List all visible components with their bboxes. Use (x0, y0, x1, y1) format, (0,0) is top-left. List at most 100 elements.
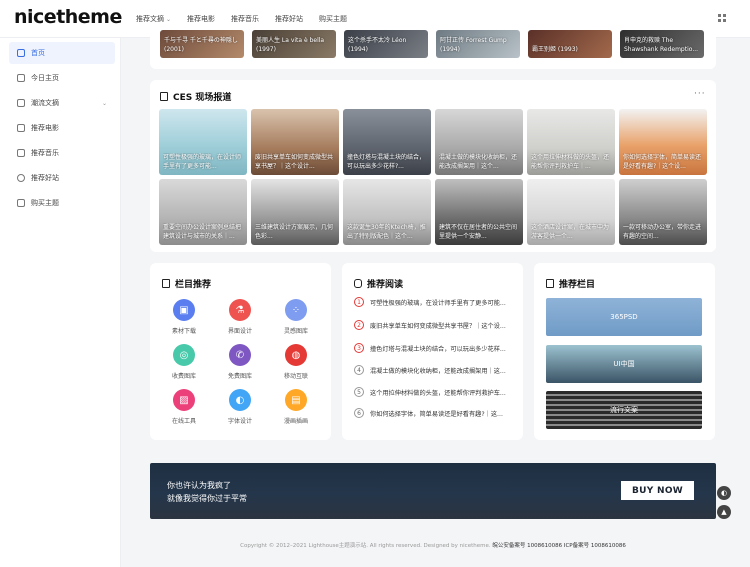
movie-caption: 千与千寻 千と千尋の神隠し (2001) (164, 37, 238, 53)
film-icon (17, 124, 25, 132)
reading-item[interactable]: 2 废旧共享单车如何变成微型共享书屋？｜这个设... (354, 319, 512, 331)
article-icon (17, 99, 25, 107)
recommended-reading-card: 推荐阅读 1 可塑性极强的玻璃，在设计师手里有了更多可能... 2 废旧共享单车如何… (342, 263, 523, 440)
reading-title: 废旧共享单车如何变成微型共享书屋？｜这个设... (370, 322, 506, 330)
nav-item-movies[interactable]: 推荐电影 (187, 14, 215, 24)
tile-caption: 这个用拉伸材料做的头盔，还能帮你评判救护车｜... (531, 154, 610, 170)
nav-item-buy-theme[interactable]: 购买主题 (319, 14, 347, 24)
apps-grid-icon[interactable] (718, 14, 726, 22)
site-logo[interactable]: nicetheme (14, 6, 122, 28)
column-banner[interactable]: UI中国 (546, 345, 702, 383)
feature-item-free-gallery[interactable]: ✆ 免费图库 (220, 344, 260, 380)
movie-tile[interactable]: 千与千寻 千と千尋の神隠し (2001) (160, 30, 244, 58)
article-tile[interactable]: 可塑性极强的玻璃，在设计师手里有了更多可能... (159, 109, 247, 175)
copyright-text: Copyright © 2012–2021 Lighthouse主题演示站. A… (240, 543, 491, 549)
sidebar-item-label: 今日主页 (31, 74, 59, 82)
article-tile[interactable]: 这款诞生30年的Ktech椅，推出了特别版配色｜这个... (343, 179, 431, 245)
nav-item-digest[interactable]: 推荐文摘 ⌄ (136, 14, 171, 24)
article-tile[interactable]: 这个用拉伸材料做的头盔，还能帮你评判救护车｜... (527, 109, 615, 175)
article-tile[interactable]: 废旧共享单车如何变成微型共享书屋？｜这个设计... (251, 109, 339, 175)
reading-title: 这个用拉伸材料做的头盔，还能帮你评判救护车... (370, 389, 506, 397)
reading-title: 你如何选择字体，简单易读还是好看有趣?｜这... (370, 410, 503, 418)
home-icon (17, 49, 25, 57)
article-tile[interactable]: 这个酒店设计案，在城市中为游客提供一个... (527, 179, 615, 245)
chevron-down-icon: ⌄ (166, 16, 172, 23)
feature-item-inspiration[interactable]: ⁘ 灵感图库 (276, 299, 316, 335)
sidebar-item-home[interactable]: 首页 (9, 42, 115, 64)
section-title: 推荐阅读 (354, 277, 403, 290)
reading-title: 混凝土做的模块化收纳柜，还能改成搁架用｜这... (370, 367, 506, 375)
feature-item-font-design[interactable]: ◐ 字体设计 (220, 389, 260, 425)
feature-label: 灵感图库 (283, 328, 308, 335)
feature-label: 收费图库 (171, 373, 196, 380)
section-title: 栏目推荐 (162, 277, 211, 290)
reading-title: 可塑性极强的玻璃，在设计师手里有了更多可能... (370, 299, 506, 307)
article-tile[interactable]: 一款可移动办公室，带你走进有趣的空间... (619, 179, 707, 245)
sidebar-item-label: 推荐音乐 (31, 149, 59, 157)
sidebar-item-movies[interactable]: 推荐电影 (9, 117, 115, 139)
movie-caption: 美丽人生 La vita è bella (1997) (256, 37, 325, 53)
sidebar-item-buy-theme[interactable]: 购买主题 (9, 192, 115, 214)
column-banner[interactable]: 365PSD (546, 298, 702, 336)
buy-now-button[interactable]: BUY NOW (621, 481, 694, 500)
ad-banner[interactable]: 你也许认为我疯了 就像我觉得你过于平常 BUY NOW (150, 463, 716, 519)
section-title-text: CES 现场报道 (173, 93, 232, 103)
sidebar-item-label: 购买主题 (31, 199, 59, 207)
feature-label: 移动互联 (283, 373, 308, 380)
tile-caption: 混凝土做的模块化收纳柜，还能改成搁架用｜这个... (439, 154, 518, 170)
reading-item[interactable]: 3 撞色灯塔与混凝土块的结合，可以玩出多少花样... (354, 342, 512, 354)
nav-item-music[interactable]: 推荐音乐 (231, 14, 259, 24)
article-tile[interactable]: 重要空间办公设计案例总结把建筑设计与城市的关系｜... (159, 179, 247, 245)
reading-item[interactable]: 4 混凝土做的模块化收纳柜，还能改成搁架用｜这... (354, 364, 512, 376)
more-icon[interactable]: ··· (694, 89, 706, 99)
sidebar-item-label: 推荐好站 (31, 174, 59, 182)
feature-label: 漫画插画 (283, 418, 308, 425)
user-icon (17, 74, 25, 82)
grid-icon: ⁘ (285, 299, 307, 321)
feature-label: 字体设计 (227, 418, 252, 425)
feature-item-paid-gallery[interactable]: ◎ 收费图库 (164, 344, 204, 380)
sidebar-item-digest[interactable]: 潮流文摘 ⌄ (9, 92, 115, 114)
section-title: CES 现场报道 (160, 90, 231, 103)
article-tile[interactable]: 撞色灯塔与混凝土块的结合，可以玩出多少花样?... (343, 109, 431, 175)
nav-item-sites[interactable]: 推荐好站 (275, 14, 303, 24)
main-nav: 推荐文摘 ⌄ 推荐电影 推荐音乐 推荐好站 购买主题 (136, 14, 363, 24)
banner-label: 365PSD (610, 313, 638, 321)
sidebar-item-today[interactable]: 今日主页 (9, 67, 115, 89)
sidebar-item-sites[interactable]: 推荐好站 (9, 167, 115, 189)
bookmark-icon (160, 92, 168, 101)
tile-caption: 你如何选择字体，简单易读还是好看有趣?｜这个设... (623, 154, 702, 170)
movies-card: 千与千寻 千と千尋の神隠し (2001) 美丽人生 La vita è bell… (150, 30, 716, 69)
footer: Copyright © 2012–2021 Lighthouse主题演示站. A… (150, 541, 716, 549)
article-tile[interactable]: 建筑不仅在居住者的公共空间里提供一个安静... (435, 179, 523, 245)
movie-tile[interactable]: 这个杀手不太冷 Léon (1994) (344, 30, 428, 58)
feature-item-ui-design[interactable]: ⚗ 界面设计 (220, 299, 260, 335)
tile-caption: 建筑不仅在居住者的公共空间里提供一个安静... (439, 224, 518, 240)
back-to-top-icon[interactable]: ▲ (717, 505, 731, 519)
sidebar-item-music[interactable]: 推荐音乐 (9, 142, 115, 164)
feature-item-materials[interactable]: ▣ 素材下载 (164, 299, 204, 335)
reading-item[interactable]: 5 这个用拉伸材料做的头盔，还能帮你评判救护车... (354, 386, 512, 398)
movie-caption: 霸王别姬 (1993) (532, 46, 578, 53)
article-tile[interactable]: 你如何选择字体，简单易读还是好看有趣?｜这个设... (619, 109, 707, 175)
feature-item-mobile[interactable]: ◍ 移动互联 (276, 344, 316, 380)
reading-item[interactable]: 6 你如何选择字体，简单易读还是好看有趣?｜这... (354, 407, 512, 419)
ces-card: CES 现场报道 ··· 可塑性极强的玻璃，在设计师手里有了更多可能... 废旧… (150, 80, 716, 252)
crown-icon (546, 279, 554, 288)
movie-tile[interactable]: 肖申克的救赎 The Shawshank Redemptio... (620, 30, 704, 58)
coin-icon: ◎ (173, 344, 195, 366)
sidebar-item-label: 推荐电影 (31, 124, 59, 132)
theme-toggle-icon[interactable]: ◐ (717, 486, 731, 500)
article-tile[interactable]: 混凝土做的模块化收纳柜，还能改成搁架用｜这个... (435, 109, 523, 175)
article-tile[interactable]: 三维建筑设计方案展示，几何色彩... (251, 179, 339, 245)
feature-item-comics[interactable]: ▤ 漫画插画 (276, 389, 316, 425)
flask-icon: ⚗ (229, 299, 251, 321)
movie-tile[interactable]: 美丽人生 La vita è bella (1997) (252, 30, 336, 58)
column-banner[interactable]: 流行文案 (546, 391, 702, 429)
feature-item-online-tools[interactable]: ▨ 在线工具 (164, 389, 204, 425)
movie-caption: 这个杀手不太冷 Léon (1994) (348, 37, 407, 53)
reading-item[interactable]: 1 可塑性极强的玻璃，在设计师手里有了更多可能... (354, 296, 512, 308)
movie-tile[interactable]: 阿甘正传 Forrest Gump (1994) (436, 30, 520, 58)
movie-tile[interactable]: 霸王别姬 (1993) (528, 30, 612, 58)
tile-caption: 撞色灯塔与混凝土块的结合，可以玩出多少花样?... (347, 154, 426, 170)
